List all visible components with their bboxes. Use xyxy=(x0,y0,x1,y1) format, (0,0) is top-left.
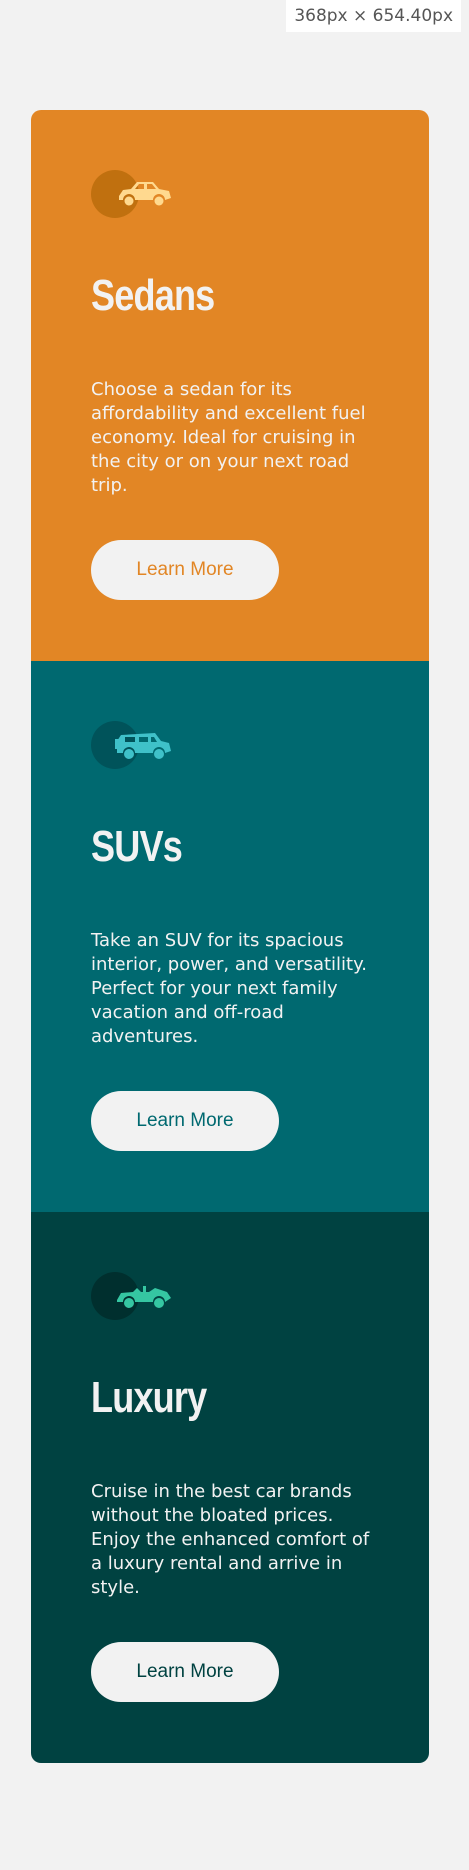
card-suvs: SUVs Take an SUV for its spacious interi… xyxy=(31,661,429,1212)
viewport-size-badge: 368px × 654.40px xyxy=(286,0,461,32)
sedan-shape xyxy=(119,182,171,206)
car-category-cards: Sedans Choose a sedan for its affordabil… xyxy=(31,110,429,1763)
card-description: Choose a sedan for its affordability and… xyxy=(91,379,366,496)
card-luxury: Luxury Cruise in the best car brands wit… xyxy=(31,1212,429,1763)
learn-more-button[interactable]: Learn More xyxy=(91,540,279,600)
suv-shape xyxy=(115,733,171,759)
card-sedans: Sedans Choose a sedan for its affordabil… xyxy=(31,110,429,661)
learn-more-button[interactable]: Learn More xyxy=(91,1642,279,1702)
card-description: Take an SUV for its spacious interior, p… xyxy=(91,930,367,1047)
suv-car-icon xyxy=(91,719,173,771)
card-title: Luxury xyxy=(91,1373,207,1422)
learn-more-button[interactable]: Learn More xyxy=(91,1091,279,1151)
card-title: Sedans xyxy=(91,271,215,320)
luxury-car-icon xyxy=(91,1270,173,1322)
luxury-shape xyxy=(117,1286,171,1308)
sedan-car-icon xyxy=(91,168,173,220)
card-title: SUVs xyxy=(91,822,183,871)
card-description: Cruise in the best car brands without th… xyxy=(91,1481,370,1598)
